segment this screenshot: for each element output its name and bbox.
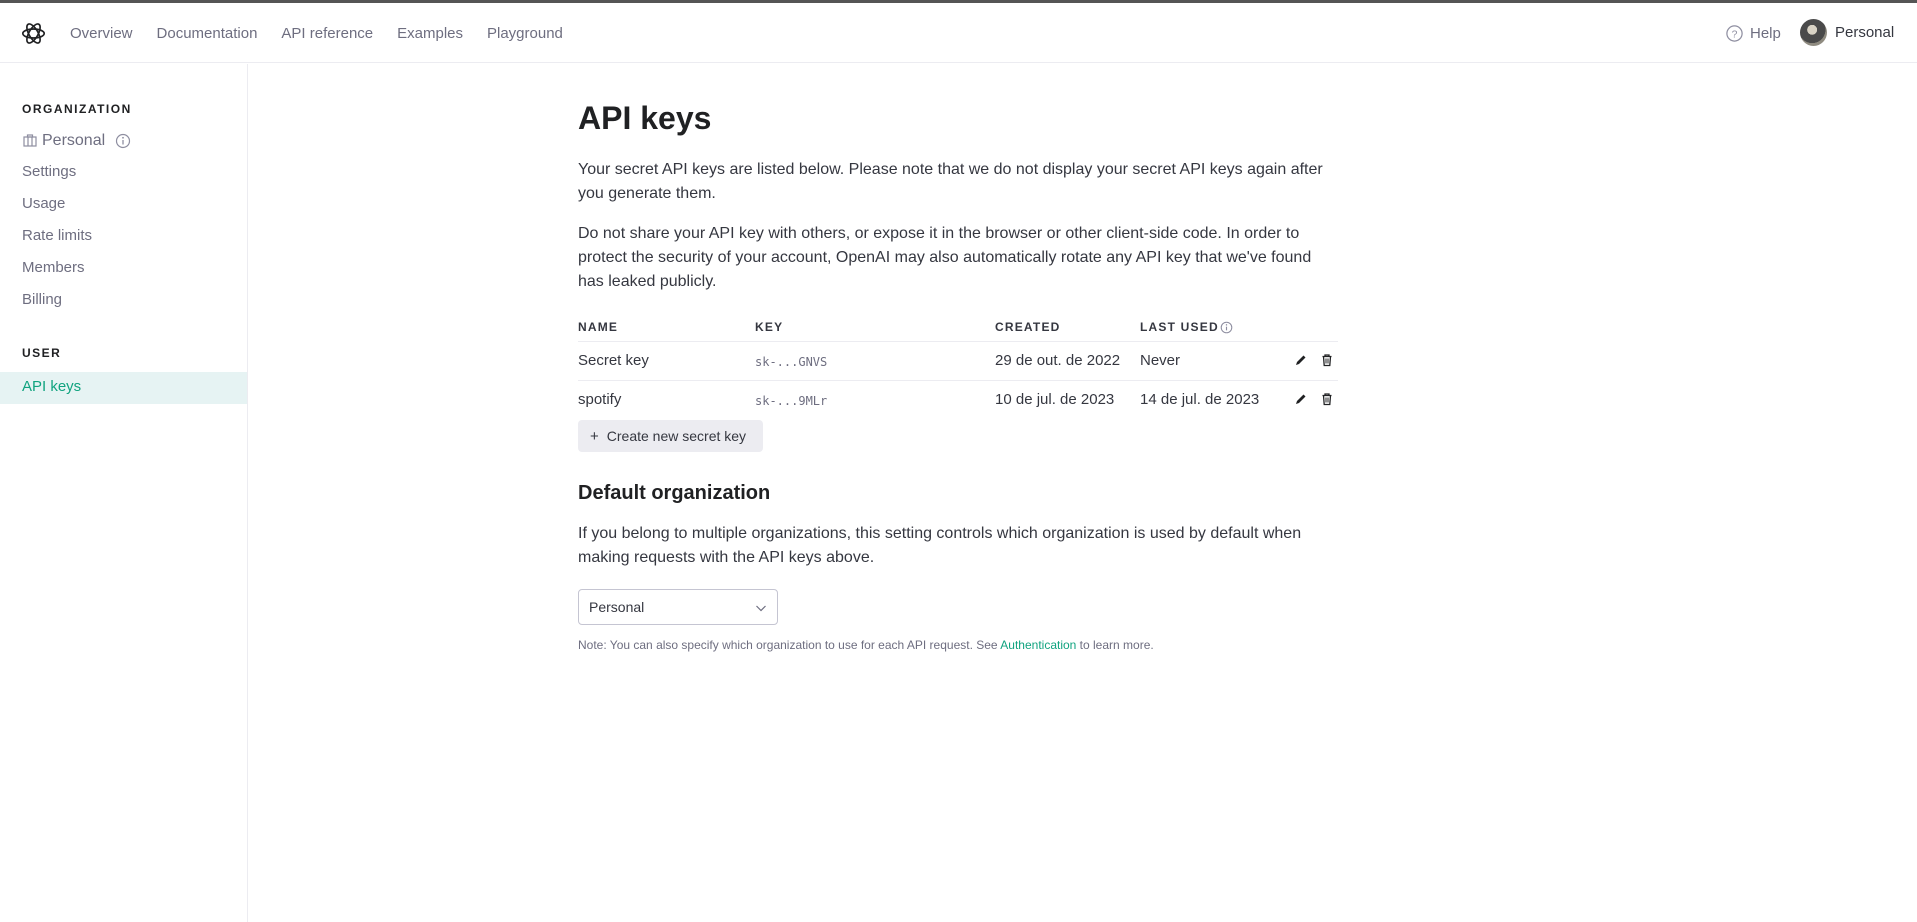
avatar bbox=[1800, 19, 1827, 46]
key-last-used: 14 de jul. de 2023 bbox=[1140, 391, 1260, 408]
edit-icon[interactable] bbox=[1294, 392, 1308, 406]
create-button-label: Create new secret key bbox=[606, 428, 747, 444]
chevron-down-icon bbox=[756, 605, 766, 612]
plus-icon: + bbox=[590, 427, 599, 445]
help-label: Help bbox=[1750, 25, 1781, 42]
note-prefix: Note: You can also specify which organiz… bbox=[578, 638, 1001, 652]
default-org-select[interactable]: Personal bbox=[578, 589, 778, 625]
sidebar-item-billing[interactable]: Billing bbox=[22, 291, 62, 308]
col-last-used: LAST USED bbox=[1140, 320, 1219, 334]
info-icon[interactable] bbox=[115, 133, 131, 149]
key-value: sk-...GNVS bbox=[755, 355, 828, 369]
sidebar-item-label: API keys bbox=[22, 378, 82, 395]
key-name: Secret key bbox=[578, 352, 649, 369]
svg-text:?: ? bbox=[1732, 29, 1738, 40]
key-created: 10 de jul. de 2023 bbox=[995, 391, 1115, 408]
organization-section-title: ORGANIZATION bbox=[22, 102, 132, 116]
sidebar-item-usage[interactable]: Usage bbox=[22, 195, 65, 212]
intro-text: Your secret API keys are listed below. P… bbox=[578, 161, 1323, 202]
user-label: Personal bbox=[1835, 24, 1895, 41]
sidebar: ORGANIZATION Personal Settings Usage Rat… bbox=[0, 64, 248, 922]
default-org-title: Default organization bbox=[578, 482, 771, 504]
sidebar-item-settings[interactable]: Settings bbox=[22, 163, 76, 180]
col-key: KEY bbox=[755, 320, 784, 334]
user-section-title: USER bbox=[22, 346, 62, 360]
sidebar-item-rate-limits[interactable]: Rate limits bbox=[22, 227, 92, 244]
key-created: 29 de out. de 2022 bbox=[995, 352, 1121, 369]
org-name: Personal bbox=[42, 132, 106, 149]
nav-documentation[interactable]: Documentation bbox=[157, 25, 258, 42]
nav-api-reference[interactable]: API reference bbox=[281, 25, 373, 42]
table-row: spotify sk-...9MLr 10 de jul. de 2023 14… bbox=[578, 381, 1338, 420]
nav-examples[interactable]: Examples bbox=[397, 25, 463, 42]
help-icon: ? bbox=[1726, 25, 1743, 42]
page-title: API keys bbox=[578, 100, 712, 136]
col-name: NAME bbox=[578, 320, 619, 334]
authentication-link[interactable]: Authentication bbox=[1000, 638, 1076, 652]
org-selector[interactable]: Personal bbox=[22, 132, 131, 150]
keys-table-header: NAME KEY CREATED LAST USED bbox=[578, 316, 1338, 342]
user-menu[interactable]: Personal bbox=[1800, 19, 1894, 46]
trash-icon[interactable] bbox=[1320, 392, 1334, 406]
nav-playground[interactable]: Playground bbox=[487, 25, 563, 42]
org-note: Note: You can also specify which organiz… bbox=[578, 638, 1154, 652]
key-value: sk-...9MLr bbox=[755, 394, 828, 408]
edit-icon[interactable] bbox=[1294, 353, 1308, 367]
sidebar-item-members[interactable]: Members bbox=[22, 259, 85, 276]
openai-logo-icon[interactable] bbox=[20, 20, 47, 47]
top-header: Overview Documentation API reference Exa… bbox=[0, 3, 1917, 63]
top-nav: Overview Documentation API reference Exa… bbox=[70, 3, 587, 63]
note-suffix: to learn more. bbox=[1076, 638, 1154, 652]
table-row: Secret key sk-...GNVS 29 de out. de 2022… bbox=[578, 342, 1338, 381]
sidebar-item-api-keys[interactable]: API keys bbox=[0, 372, 247, 404]
nav-overview[interactable]: Overview bbox=[70, 25, 133, 42]
building-icon bbox=[23, 134, 37, 147]
key-name: spotify bbox=[578, 391, 622, 408]
key-last-used: Never bbox=[1140, 352, 1181, 369]
info-icon[interactable] bbox=[1220, 321, 1233, 334]
default-org-description: If you belong to multiple organizations,… bbox=[578, 525, 1302, 566]
warning-text: Do not share your API key with others, o… bbox=[578, 225, 1312, 290]
create-secret-key-button[interactable]: + Create new secret key bbox=[578, 420, 763, 452]
trash-icon[interactable] bbox=[1320, 353, 1334, 367]
default-org-selected: Personal bbox=[589, 599, 645, 615]
help-link[interactable]: ? Help bbox=[1725, 24, 1781, 43]
col-created: CREATED bbox=[995, 320, 1061, 334]
